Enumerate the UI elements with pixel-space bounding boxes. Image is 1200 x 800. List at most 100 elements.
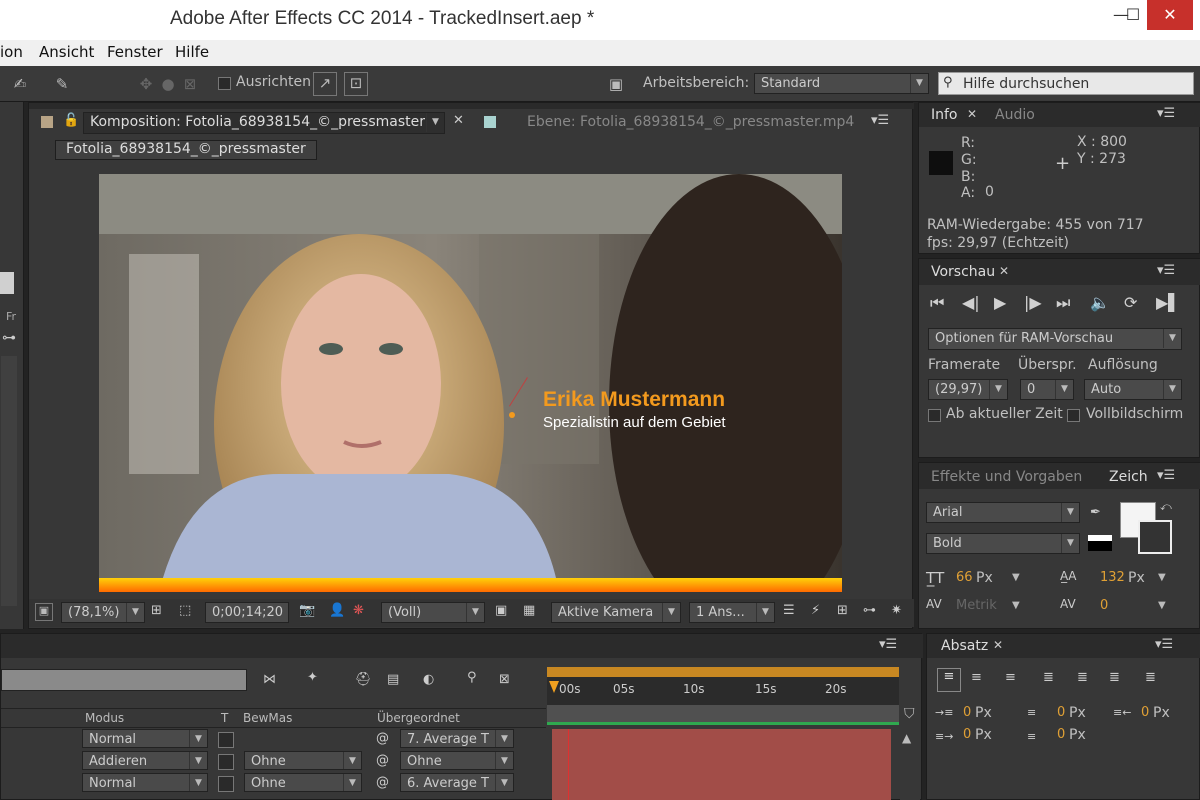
close-button[interactable]: ✕	[1147, 0, 1193, 30]
timeline-icon[interactable]: ⊞	[837, 603, 848, 618]
chevron-down-icon[interactable]: ▼	[1012, 600, 1020, 611]
space-before-value[interactable]: 0	[1057, 705, 1065, 720]
channel-icon[interactable]: ❋	[353, 603, 364, 618]
panel-menu-icon[interactable]: ▾☰	[1157, 106, 1175, 121]
preserve-transparency-checkbox[interactable]	[218, 732, 234, 748]
draft-3d-icon[interactable]: ✦	[307, 670, 318, 685]
panel-menu-icon[interactable]: ▾☰	[871, 113, 889, 128]
pickwhip-icon[interactable]: @	[376, 731, 389, 746]
chevron-down-icon[interactable]: ▼	[1012, 572, 1020, 583]
transparency-grid-icon[interactable]: ▦	[523, 603, 535, 618]
chevron-down-icon[interactable]: ▼	[1158, 600, 1166, 611]
close-tab-icon[interactable]: ✕	[453, 113, 464, 128]
eyedropper-icon[interactable]: ✒	[1090, 505, 1101, 520]
font-family-select[interactable]: Arial ▼	[926, 502, 1080, 523]
comp-mini-flowchart-icon[interactable]: ⋈	[263, 672, 276, 687]
justify-center-icon[interactable]: ≣	[1077, 670, 1088, 685]
menu-item-ansicht[interactable]: Ansicht	[39, 43, 94, 61]
table-row[interactable]: Addieren ▼ Ohne ▼ @ Ohne ▼	[0, 751, 545, 773]
workspace-select[interactable]: Standard ▼	[754, 73, 929, 94]
track-matte-select[interactable]: Ohne ▼	[244, 773, 362, 792]
align-center-icon[interactable]: ≡	[971, 670, 982, 685]
snap-arrow-icon[interactable]: ↗	[313, 72, 337, 96]
black-white-swatch[interactable]	[1088, 535, 1112, 551]
play-icon[interactable]: ▶	[994, 293, 1006, 312]
left-scrollbar[interactable]	[1, 356, 17, 606]
snap-grid-icon[interactable]: ⊡	[344, 72, 368, 96]
preserve-transparency-checkbox[interactable]	[218, 754, 234, 770]
work-area-navigator[interactable]	[547, 705, 899, 725]
composition-tab[interactable]: Komposition: Fotolia_68938154_©_pressmas…	[83, 112, 445, 134]
stroke-color-swatch[interactable]	[1138, 520, 1172, 554]
tab-character[interactable]: Zeich	[1109, 469, 1148, 485]
timeline-scrollbar[interactable]: ▲	[900, 729, 920, 800]
pickwhip-icon[interactable]: @	[376, 775, 389, 790]
resolution-select[interactable]: (Voll) ▼	[381, 602, 485, 623]
region-of-interest-icon[interactable]: ▣	[495, 603, 507, 618]
skip-select[interactable]: 0 ▼	[1020, 379, 1074, 400]
layer-duration-bar[interactable]	[552, 729, 891, 800]
workspace-icon[interactable]: ▣	[602, 74, 630, 94]
maximize-button[interactable]: ☐	[1120, 0, 1146, 30]
lock-icon[interactable]: 🔓	[63, 113, 79, 128]
work-area-bar[interactable]	[547, 667, 899, 677]
toggle-pixel-aspect-icon[interactable]: ☰	[783, 603, 795, 618]
space-after-value[interactable]: 0	[1057, 727, 1065, 742]
tracking-value[interactable]: 0	[1100, 598, 1108, 613]
kerning-value[interactable]: Metrik	[956, 598, 997, 613]
graph-editor-icon[interactable]: ⊠	[499, 672, 510, 687]
leading-value[interactable]: 132	[1100, 570, 1125, 585]
panel-menu-icon[interactable]: ▾☰	[879, 637, 897, 652]
table-row[interactable]: Normal ▼ @ 7. Average T ▼	[0, 729, 545, 751]
justify-right-icon[interactable]: ≣	[1109, 670, 1120, 685]
show-snapshot-icon[interactable]: 👤	[329, 603, 345, 618]
swap-colors-icon[interactable]: ⤺	[1160, 500, 1172, 514]
views-select[interactable]: 1 Ans... ▼	[689, 602, 775, 623]
justify-left-icon[interactable]: ≣	[1043, 670, 1054, 685]
ram-preview-options-select[interactable]: Optionen für RAM-Vorschau ▼	[928, 328, 1182, 350]
tab-effects-presets[interactable]: Effekte und Vorgaben	[931, 469, 1082, 485]
pickwhip-icon[interactable]: @	[376, 753, 389, 768]
menu-item-komposition[interactable]: ion	[0, 43, 23, 61]
time-ruler[interactable]: 00s 05s 10s 15s 20s	[547, 667, 899, 705]
exposure-icon[interactable]: ✷	[891, 603, 902, 618]
parent-select[interactable]: 6. Average T ▼	[400, 773, 514, 792]
flowchart-icon[interactable]: ⊶	[2, 330, 16, 346]
tab-audio[interactable]: Audio	[995, 107, 1035, 123]
preview-resolution-select[interactable]: Auto ▼	[1084, 379, 1182, 400]
layer-mode-select[interactable]: Normal ▼	[82, 729, 208, 748]
snapshot-icon[interactable]: 📷	[299, 603, 315, 618]
parent-select[interactable]: Ohne ▼	[400, 751, 514, 770]
panel-menu-icon[interactable]: ▾☰	[1157, 263, 1175, 278]
last-frame-icon[interactable]: ⏭	[1056, 293, 1070, 313]
chevron-down-icon[interactable]: ▼	[1158, 572, 1166, 583]
tab-info[interactable]: Info	[931, 107, 958, 123]
first-line-indent-value[interactable]: 0	[963, 727, 971, 742]
font-size-value[interactable]: 66	[956, 570, 973, 585]
justify-all-icon[interactable]: ≣	[1145, 670, 1156, 685]
align-right-icon[interactable]: ≡	[1005, 670, 1016, 685]
font-style-select[interactable]: Bold ▼	[926, 533, 1080, 554]
motion-blur-icon[interactable]: ◐	[423, 672, 434, 687]
menu-item-hilfe[interactable]: Hilfe	[175, 43, 209, 61]
framerate-select[interactable]: (29,97) ▼	[928, 379, 1008, 400]
panel-menu-icon[interactable]: ▾☰	[1157, 468, 1175, 483]
close-tab-icon[interactable]: ✕	[967, 107, 977, 121]
align-left-icon[interactable]: ≡	[937, 668, 961, 692]
close-tab-icon[interactable]: ✕	[999, 264, 1009, 278]
parent-select[interactable]: 7. Average T ▼	[400, 729, 514, 748]
indent-left-value[interactable]: 0	[963, 705, 971, 720]
pin-icon[interactable]: ✎	[52, 74, 72, 94]
layer-mode-select[interactable]: Addieren ▼	[82, 751, 208, 770]
tab-preview[interactable]: Vorschau	[931, 264, 995, 280]
current-time-indicator[interactable]	[568, 729, 569, 800]
layer-tab[interactable]: Ebene: Fotolia_68938154_©_pressmaster.mp…	[527, 114, 854, 130]
camera-select[interactable]: Aktive Kamera ▼	[551, 602, 681, 623]
help-search-input[interactable]: ⚲ Hilfe durchsuchen	[938, 72, 1194, 95]
comp-breadcrumb[interactable]: Fotolia_68938154_©_pressmaster	[55, 140, 317, 160]
ram-preview-icon[interactable]: ▶▌	[1156, 293, 1181, 312]
preserve-transparency-checkbox[interactable]	[218, 776, 234, 792]
safe-margins-icon[interactable]: ⊞	[151, 603, 162, 618]
next-frame-icon[interactable]: |▶	[1024, 293, 1042, 312]
current-time-display[interactable]: 0;00;14;20	[205, 602, 289, 623]
